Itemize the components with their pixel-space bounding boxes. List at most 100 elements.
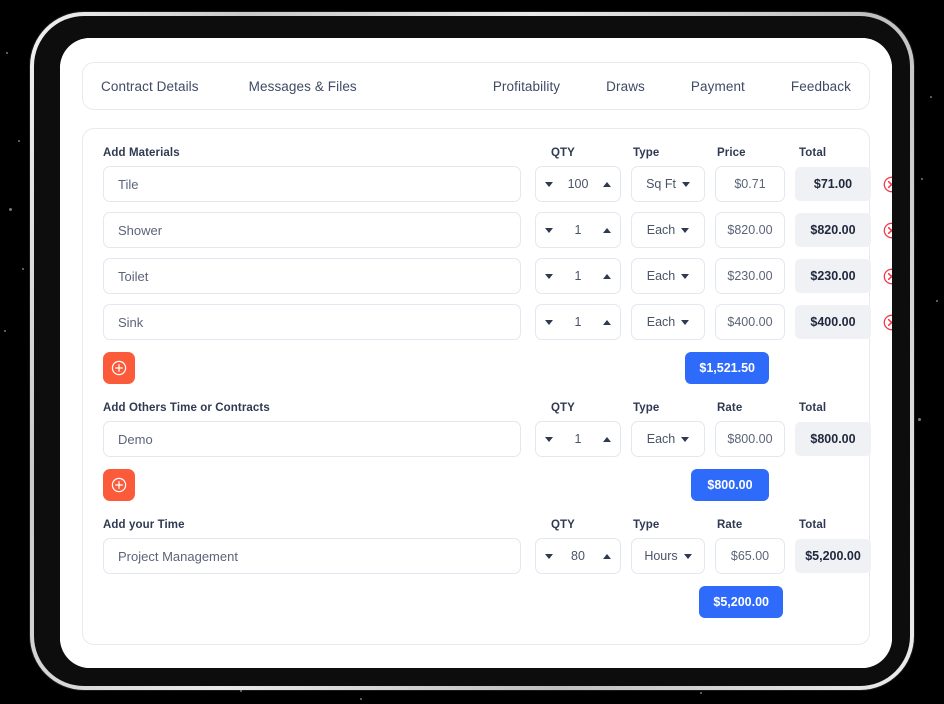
delete-row-icon[interactable] xyxy=(883,176,892,193)
tablet-device-frame: Contract Details Messages & Files Profit… xyxy=(30,12,914,690)
section-title: Add your Time xyxy=(103,519,185,531)
unit-type-select[interactable]: Sq Ft xyxy=(631,166,705,202)
quantity-stepper[interactable]: 1 xyxy=(535,304,621,340)
column-header-type: Type xyxy=(633,402,660,414)
material-name-input[interactable]: Sink xyxy=(103,304,521,340)
column-header-type: Type xyxy=(633,519,660,531)
tab-bar: Contract Details Messages & Files Profit… xyxy=(82,62,870,110)
quantity-stepper[interactable]: 100 xyxy=(535,166,621,202)
table-row: Shower 1 Each $820.00 $820.00 xyxy=(103,212,892,248)
dust-speck xyxy=(18,140,20,142)
section-add-your-time: Add your Time QTY Type Rate Total Projec… xyxy=(103,519,871,618)
table-row: Demo 1 Each $800.00 $800.00 xyxy=(103,421,871,457)
chevron-up-icon[interactable] xyxy=(603,553,611,559)
material-name-input[interactable]: Shower xyxy=(103,212,521,248)
chevron-up-icon[interactable] xyxy=(603,436,611,442)
delete-row-icon[interactable] xyxy=(883,268,892,285)
device-screen: Contract Details Messages & Files Profit… xyxy=(60,38,892,668)
row-total: $5,200.00 xyxy=(795,539,871,573)
chevron-down-icon[interactable] xyxy=(545,273,553,279)
your-time-subtotal-button[interactable]: $5,200.00 xyxy=(699,586,783,618)
dust-speck xyxy=(360,698,362,700)
materials-header-row: Add Materials QTY Type Price Total xyxy=(103,147,849,159)
row-total: $820.00 xyxy=(795,213,871,247)
quantity-value: 1 xyxy=(574,223,582,237)
dust-speck xyxy=(700,692,702,694)
chevron-down-icon[interactable] xyxy=(545,319,553,325)
dust-speck xyxy=(918,418,921,421)
delete-row-icon[interactable] xyxy=(883,314,892,331)
price-input[interactable]: $400.00 xyxy=(715,304,785,340)
material-name-input[interactable]: Toilet xyxy=(103,258,521,294)
price-input[interactable]: $0.71 xyxy=(715,166,785,202)
dust-speck xyxy=(921,178,923,180)
others-subtotal-button[interactable]: $800.00 xyxy=(691,469,769,501)
table-row: Project Management 80 Hours $65.00 $5,20… xyxy=(103,538,871,574)
unit-type-value: Each xyxy=(646,432,676,446)
chevron-down-icon xyxy=(681,181,690,187)
dust-speck xyxy=(9,208,12,211)
quantity-value: 1 xyxy=(574,315,582,329)
tab-payment[interactable]: Payment xyxy=(691,79,745,94)
table-row: Toilet 1 Each $230.00 $230.00 xyxy=(103,258,892,294)
delete-cell xyxy=(871,314,892,331)
materials-subtotal-button[interactable]: $1,521.50 xyxy=(685,352,769,384)
screenshot-root: Contract Details Messages & Files Profit… xyxy=(0,0,944,704)
your-time-footer-row: $5,200.00 xyxy=(103,586,849,618)
quantity-stepper[interactable]: 80 xyxy=(535,538,621,574)
add-material-button[interactable] xyxy=(103,352,135,384)
unit-type-select[interactable]: Hours xyxy=(631,538,705,574)
dust-speck xyxy=(22,268,24,270)
unit-type-select[interactable]: Each xyxy=(631,212,705,248)
delete-row-icon[interactable] xyxy=(883,222,892,239)
column-header-qty: QTY xyxy=(551,519,575,531)
quantity-stepper[interactable]: 1 xyxy=(535,212,621,248)
your-time-name-input[interactable]: Project Management xyxy=(103,538,521,574)
dust-speck xyxy=(240,690,242,692)
chevron-down-icon[interactable] xyxy=(545,227,553,233)
device-bezel: Contract Details Messages & Files Profit… xyxy=(34,16,910,686)
rate-input[interactable]: $800.00 xyxy=(715,421,785,457)
delete-cell xyxy=(871,176,892,193)
app-viewport: Contract Details Messages & Files Profit… xyxy=(60,38,892,668)
column-header-qty: QTY xyxy=(551,402,575,414)
chevron-down-icon[interactable] xyxy=(545,553,553,559)
plus-circle-icon xyxy=(111,477,127,493)
column-header-qty: QTY xyxy=(551,147,575,159)
unit-type-value: Each xyxy=(646,269,676,283)
others-footer-row: $800.00 xyxy=(103,469,849,501)
price-input[interactable]: $230.00 xyxy=(715,258,785,294)
chevron-down-icon[interactable] xyxy=(545,436,553,442)
chevron-down-icon xyxy=(681,273,690,279)
chevron-up-icon[interactable] xyxy=(603,227,611,233)
dust-speck xyxy=(936,300,938,302)
chevron-up-icon[interactable] xyxy=(603,319,611,325)
unit-type-select[interactable]: Each xyxy=(631,421,705,457)
tab-feedback[interactable]: Feedback xyxy=(791,79,851,94)
tab-contract-details[interactable]: Contract Details xyxy=(101,79,199,94)
rate-input[interactable]: $65.00 xyxy=(715,538,785,574)
unit-type-select[interactable]: Each xyxy=(631,258,705,294)
add-other-time-button[interactable] xyxy=(103,469,135,501)
price-input[interactable]: $820.00 xyxy=(715,212,785,248)
chevron-up-icon[interactable] xyxy=(603,273,611,279)
unit-type-value: Each xyxy=(646,223,676,237)
material-name-input[interactable]: Tile xyxy=(103,166,521,202)
column-header-total: Total xyxy=(799,519,827,531)
chevron-up-icon[interactable] xyxy=(603,181,611,187)
quantity-stepper[interactable]: 1 xyxy=(535,421,621,457)
column-header-total: Total xyxy=(799,402,827,414)
contract-name-input[interactable]: Demo xyxy=(103,421,521,457)
unit-type-value: Sq Ft xyxy=(646,177,676,191)
chevron-down-icon xyxy=(683,553,692,559)
unit-type-select[interactable]: Each xyxy=(631,304,705,340)
quantity-stepper[interactable]: 1 xyxy=(535,258,621,294)
chevron-down-icon[interactable] xyxy=(545,181,553,187)
row-total: $400.00 xyxy=(795,305,871,339)
others-header-row: Add Others Time or Contracts QTY Type Ra… xyxy=(103,402,849,414)
tab-draws[interactable]: Draws xyxy=(606,79,645,94)
column-header-rate: Rate xyxy=(717,402,743,414)
quantity-value: 100 xyxy=(567,177,589,191)
tab-messages-files[interactable]: Messages & Files xyxy=(249,79,357,94)
tab-profitability[interactable]: Profitability xyxy=(493,79,560,94)
